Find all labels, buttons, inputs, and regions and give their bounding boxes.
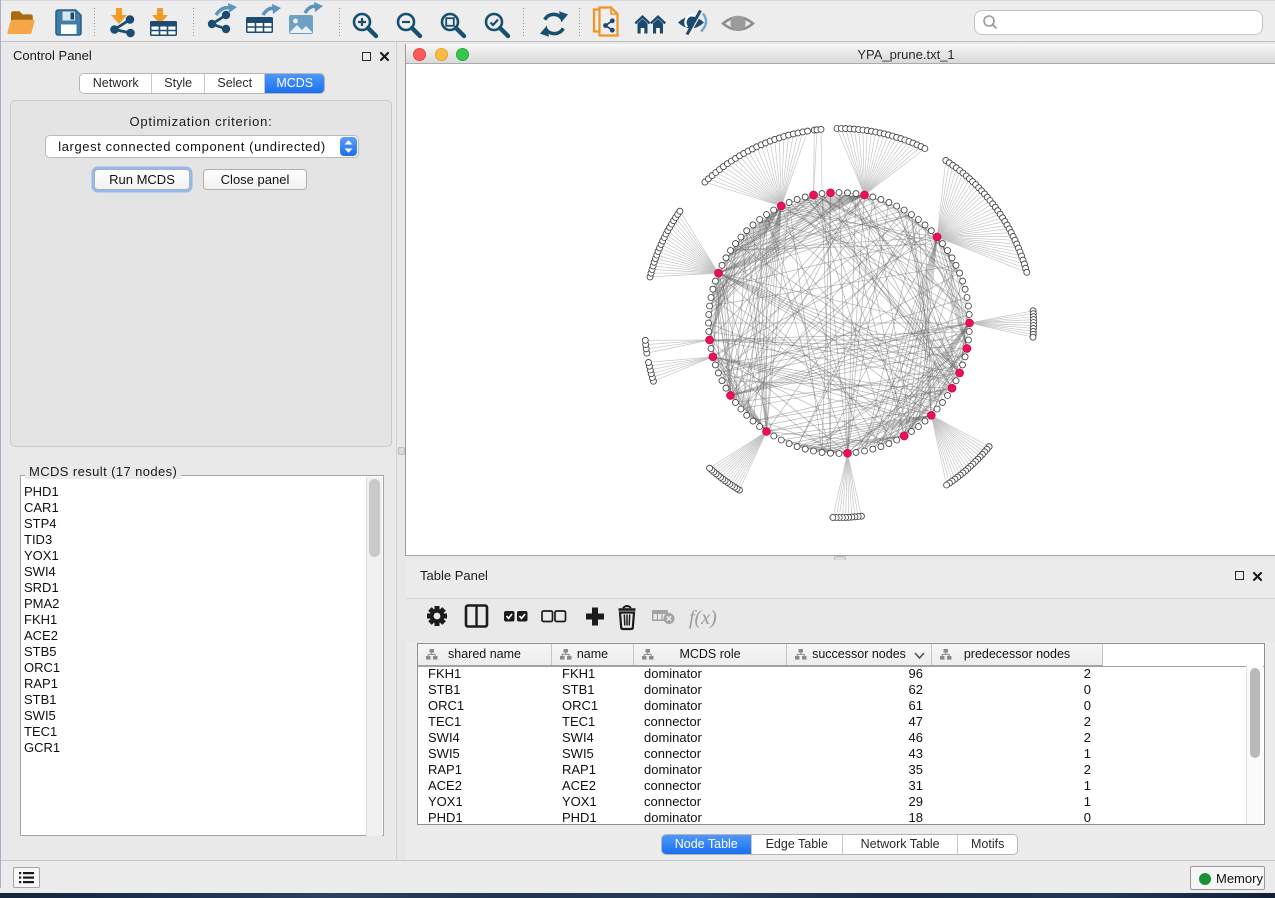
svg-text:f(x): f(x) — [689, 607, 717, 629]
